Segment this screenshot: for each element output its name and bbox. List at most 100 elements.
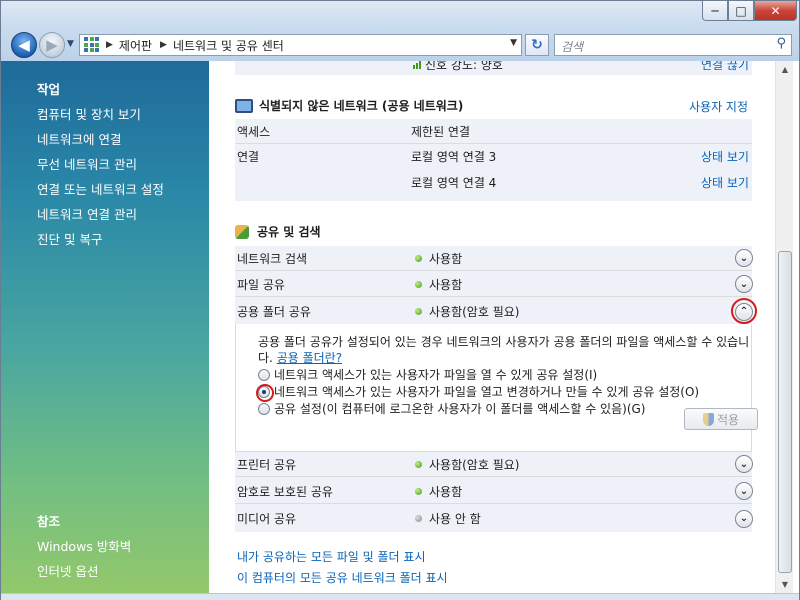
- panel-description: 공용 폴더 공유가 설정되어 있는 경우 네트워크의 사용자가 공용 폴더의 파…: [258, 334, 753, 366]
- status-text: 사용함: [429, 277, 463, 292]
- status-on-icon: [415, 308, 422, 315]
- minimize-button[interactable]: ─: [702, 1, 728, 21]
- close-button[interactable]: ✕: [754, 1, 797, 21]
- expand-chevron-down-icon[interactable]: ⌄: [735, 249, 753, 267]
- detail-label: 연결: [237, 150, 260, 164]
- forward-arrow-icon: ▶: [46, 36, 58, 54]
- network-computer-icon: [235, 98, 253, 113]
- recent-pages-button[interactable]: ▼: [67, 39, 74, 49]
- sharing-row: 파일 공유 사용함 ⌄: [235, 272, 753, 297]
- status-text: 사용함(암호 필요): [429, 305, 520, 319]
- back-arrow-icon: ◀: [18, 36, 30, 54]
- sharing-heading: 공유 및 검색: [257, 225, 321, 239]
- radio-label: 공유 설정(이 컴퓨터에 로그온한 사용자가 이 폴더를 액세스할 수 있음)(…: [274, 402, 646, 416]
- address-bar[interactable]: ▶ 제어판 ▶ 네트워크 및 공유 센터 ▼: [79, 34, 522, 56]
- public-folder-panel: 공용 폴더 공유가 설정되어 있는 경우 네트워크의 사용자가 공용 폴더의 파…: [235, 324, 758, 452]
- sharing-row: 공용 폴더 공유 사용함(암호 필요) ⌃: [235, 298, 757, 324]
- signal-strength-text: 신호 강도: 양호: [425, 61, 503, 72]
- sidebar: 작업 컴퓨터 및 장치 보기 네트워크에 연결 무선 네트워크 관리 연결 또는…: [1, 61, 209, 593]
- sharing-label: 프린터 공유: [237, 457, 297, 472]
- apply-label: 적용: [716, 412, 740, 427]
- expand-chevron-down-icon[interactable]: ⌄: [735, 455, 753, 473]
- view-status-link[interactable]: 상태 보기: [701, 148, 749, 165]
- detail-value: 제한된 연결: [411, 124, 471, 139]
- task-link[interactable]: 연결 또는 네트워크 설정: [37, 179, 164, 198]
- tasks-header: 작업: [37, 82, 61, 97]
- breadcrumb-arrow-icon[interactable]: ▶: [160, 40, 167, 50]
- main-content: 신호 강도: 양호 연결 끊기 식별되지 않은 네트워크 (공용 네트워크) 사…: [209, 61, 775, 593]
- detail-value: 로컬 영역 연결 3: [411, 150, 497, 164]
- radio-option[interactable]: 네트워크 액세스가 있는 사용자가 파일을 열 수 있게 공유 설정(I): [258, 366, 597, 383]
- control-panel-icon: [84, 37, 100, 53]
- explorer-window: ─ □ ✕ ◀ ▶ ▼ ▶ 제어판 ▶ 네트워크 및 공유 센터 ▼ ↻ 검색 …: [0, 0, 800, 600]
- search-icon[interactable]: ⚲: [776, 36, 786, 51]
- status-text: 사용함: [429, 251, 463, 266]
- sharing-label: 공용 폴더 공유: [237, 305, 311, 319]
- signal-strength: 신호 강도: 양호: [413, 61, 503, 73]
- vertical-scrollbar[interactable]: ▲ ▼: [775, 61, 793, 593]
- sharing-label: 미디어 공유: [237, 512, 297, 526]
- address-dropdown-icon[interactable]: ▼: [510, 38, 517, 48]
- scroll-up-icon[interactable]: ▲: [777, 61, 793, 78]
- maximize-button[interactable]: □: [728, 1, 754, 21]
- network-title: 식별되지 않은 네트워크 (공용 네트워크): [235, 97, 463, 114]
- sharing-status: 사용함: [415, 483, 462, 500]
- scroll-thumb[interactable]: [778, 251, 792, 573]
- title-bar: ─ □ ✕ ◀ ▶ ▼ ▶ 제어판 ▶ 네트워크 및 공유 센터 ▼ ↻ 검색 …: [1, 1, 799, 61]
- radio-button[interactable]: [258, 368, 270, 381]
- see-also-header: 참조: [37, 514, 61, 529]
- status-text: 사용함: [429, 484, 463, 499]
- status-on-icon: [415, 460, 422, 468]
- show-shared-folders-link[interactable]: 이 컴퓨터의 모든 공유 네트워크 폴더 표시: [237, 569, 448, 586]
- radio-button[interactable]: [258, 402, 270, 415]
- sharing-status: 사용함: [415, 250, 462, 267]
- status-strip: [1, 593, 799, 600]
- customize-link[interactable]: 사용자 지정: [689, 98, 748, 115]
- highlight-ring: [256, 383, 274, 402]
- sharing-status: 사용함(암호 필요): [415, 303, 519, 320]
- radio-label: 네트워크 액세스가 있는 사용자가 파일을 열 수 있게 공유 설정(I): [274, 368, 598, 382]
- back-button[interactable]: ◀: [11, 32, 37, 58]
- search-placeholder: 검색: [561, 40, 584, 54]
- forward-button[interactable]: ▶: [39, 32, 65, 58]
- sharing-row: 프린터 공유 사용함(암호 필요) ⌄: [235, 452, 753, 477]
- task-link[interactable]: 컴퓨터 및 장치 보기: [37, 104, 141, 123]
- disconnect-link[interactable]: 연결 끊기: [701, 61, 749, 73]
- status-on-icon: [415, 280, 422, 288]
- expand-chevron-down-icon[interactable]: ⌄: [735, 275, 753, 293]
- radio-option[interactable]: 공유 설정(이 컴퓨터에 로그온한 사용자가 이 폴더를 액세스할 수 있음)(…: [258, 400, 645, 417]
- what-is-public-folder-link[interactable]: 공용 폴더란?: [277, 351, 342, 365]
- detail-label: 액세스: [237, 124, 271, 139]
- sharing-row: 네트워크 검색 사용함 ⌄: [235, 246, 753, 271]
- sharing-label: 암호로 보호된 공유: [237, 484, 333, 499]
- expand-chevron-down-icon[interactable]: ⌄: [735, 509, 753, 528]
- see-also-link[interactable]: Windows 방화벽: [37, 536, 131, 555]
- scroll-down-icon[interactable]: ▼: [777, 576, 793, 593]
- table-row: 연결 로컬 영역 연결 3 상태 보기: [235, 144, 752, 169]
- show-my-shared-files-link[interactable]: 내가 공유하는 모든 파일 및 폴더 표시: [237, 548, 426, 565]
- sharing-status: 사용함: [415, 276, 462, 293]
- sharing-users-icon: [235, 224, 249, 239]
- radio-button-selected[interactable]: [256, 383, 274, 402]
- refresh-button[interactable]: ↻: [525, 34, 549, 56]
- view-status-link[interactable]: 상태 보기: [701, 174, 749, 191]
- sharing-status: 사용 안 함: [415, 510, 481, 527]
- expand-chevron-down-icon[interactable]: ⌄: [735, 482, 753, 500]
- apply-button[interactable]: 적용: [684, 408, 758, 430]
- breadcrumb-network-center[interactable]: 네트워크 및 공유 센터: [173, 37, 284, 54]
- status-on-icon: [415, 487, 422, 495]
- search-input[interactable]: 검색 ⚲: [554, 34, 792, 56]
- status-text: 사용 안 함: [429, 512, 481, 526]
- network-name: 식별되지 않은 네트워크 (공용 네트워크): [259, 99, 464, 113]
- radio-option[interactable]: 네트워크 액세스가 있는 사용자가 파일을 열고 변경하거나 만들 수 있게 공…: [256, 383, 699, 402]
- breadcrumb-arrow-icon[interactable]: ▶: [106, 40, 113, 50]
- task-link[interactable]: 무선 네트워크 관리: [37, 154, 137, 173]
- task-link[interactable]: 네트워크에 연결: [37, 129, 121, 148]
- sharing-label: 네트워크 검색: [237, 251, 308, 266]
- see-also-link[interactable]: 인터넷 옵션: [37, 561, 98, 580]
- task-link[interactable]: 진단 및 복구: [37, 229, 102, 248]
- breadcrumb-control-panel[interactable]: 제어판: [119, 37, 152, 54]
- task-link[interactable]: 네트워크 연결 관리: [37, 204, 137, 223]
- table-row: 로컬 영역 연결 4 상태 보기: [235, 170, 752, 195]
- sharing-row: 암호로 보호된 공유 사용함 ⌄: [235, 479, 753, 504]
